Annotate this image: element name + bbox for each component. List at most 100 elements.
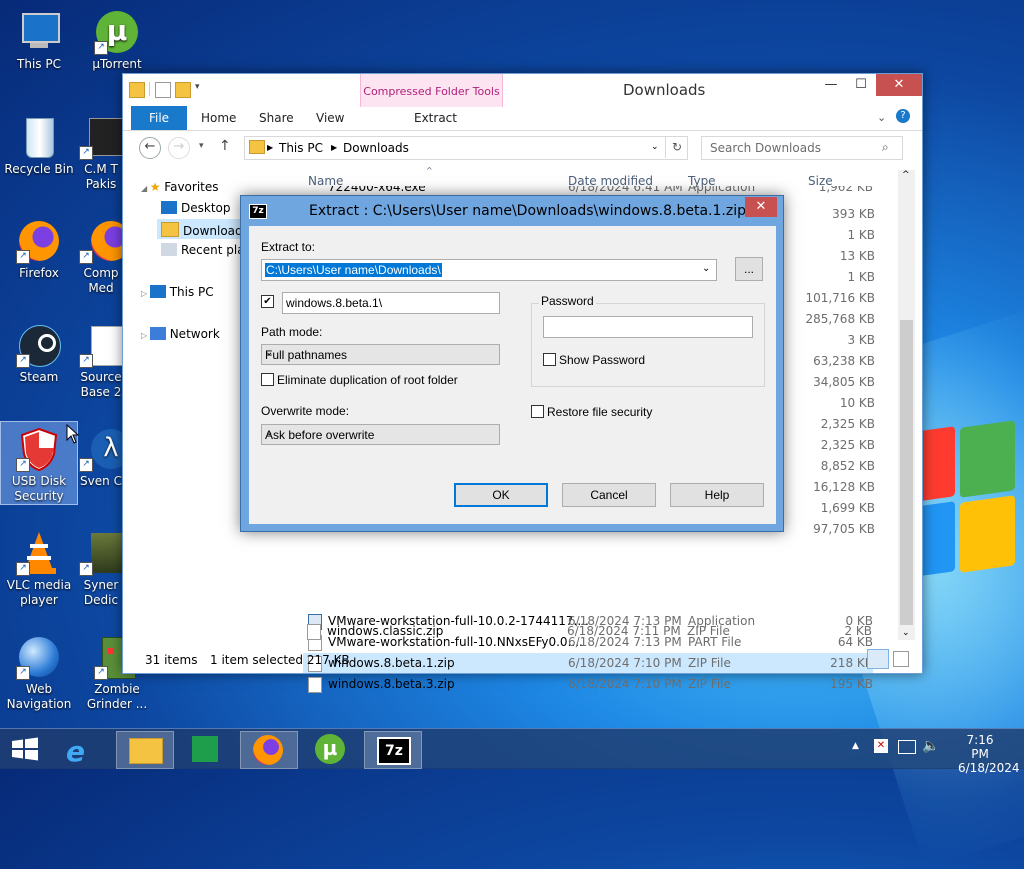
desktop-icon-label: Source Base 2	[80, 370, 122, 399]
maximize-button[interactable]: ☐	[846, 74, 876, 96]
dialog-titlebar[interactable]: 7z Extract : C:\Users\User name\Download…	[241, 196, 783, 226]
subfolder-input[interactable]: windows.8.beta.1\	[282, 292, 500, 314]
ok-button[interactable]: OK	[454, 483, 548, 507]
chevron-right-icon: ▶	[331, 143, 338, 152]
desktop-icon-this-pc[interactable]: This PC	[1, 5, 77, 72]
back-button[interactable]: ←	[139, 137, 161, 159]
tab-file[interactable]: File	[131, 106, 187, 130]
restore-security-checkbox[interactable]	[531, 405, 544, 418]
mouse-cursor-icon	[66, 424, 80, 444]
restore-security-label: Restore file security	[547, 405, 653, 419]
desktop-icon-sven[interactable]: λ ↗ Sven C	[79, 422, 123, 489]
forward-button[interactable]: →	[168, 137, 190, 159]
desktop-icon-cmt[interactable]: ↗ C.M T Pakis	[79, 110, 123, 192]
path-mode-select[interactable]: Full pathnames ⌄	[261, 344, 500, 365]
tab-view[interactable]: View	[316, 111, 344, 125]
minimize-button[interactable]: —	[816, 74, 846, 96]
taskbar-internet-explorer[interactable]: e	[54, 731, 110, 768]
scroll-up-icon[interactable]: ^	[902, 170, 910, 180]
breadcrumb-downloads[interactable]: Downloads	[343, 141, 409, 155]
desktop-icon-vlc[interactable]: ↗ VLC media player	[1, 526, 77, 608]
address-dropdown-icon[interactable]: ⌄	[651, 142, 659, 152]
taskbar-store[interactable]	[178, 731, 234, 767]
recent-locations-icon[interactable]: ▾	[199, 141, 204, 151]
size-cell: 10 KB	[839, 396, 875, 410]
nav-recent-places[interactable]: Recent plac	[161, 243, 251, 257]
scroll-down-icon[interactable]: ⌄	[902, 628, 910, 638]
cancel-button[interactable]: Cancel	[562, 483, 656, 507]
taskbar-7zip[interactable]: 7z	[364, 731, 422, 769]
tab-extract[interactable]: Extract	[414, 111, 457, 125]
desktop-icon-source[interactable]: ↗ Source Base 2	[79, 318, 123, 400]
qat-dropdown-icon[interactable]: ▾	[195, 82, 205, 96]
extract-to-combobox[interactable]: C:\Users\User name\Downloads\ ⌄	[261, 259, 717, 281]
password-input[interactable]	[543, 316, 753, 338]
chevron-down-icon: ⌄	[702, 263, 711, 274]
size-cell: 393 KB	[832, 207, 875, 221]
search-input[interactable]: Search Downloads ⌕	[701, 136, 903, 160]
overwrite-mode-select[interactable]: Ask before overwrite ⌄	[261, 424, 500, 445]
large-icons-view-icon[interactable]	[893, 651, 909, 667]
breadcrumb-this-pc[interactable]: This PC	[279, 141, 323, 155]
desktop-icon-utorrent[interactable]: µ ↗ µTorrent	[79, 5, 155, 72]
desktop-icon-steam[interactable]: ↗ Steam	[1, 318, 77, 385]
scrollbar-thumb[interactable]	[900, 320, 913, 625]
clock[interactable]: 7:16 PM 6/18/2024	[958, 733, 1020, 775]
help-button[interactable]: Help	[670, 483, 764, 507]
window-controls: — ☐ ✕	[816, 74, 922, 96]
eliminate-duplication-checkbox[interactable]	[261, 373, 274, 386]
chevron-down-icon: ⌄	[265, 427, 274, 438]
explorer-titlebar[interactable]: ▾ Downloads — ☐ ✕	[123, 74, 922, 104]
tab-share[interactable]: Share	[259, 111, 294, 125]
show-password-checkbox[interactable]	[543, 353, 556, 366]
refresh-button[interactable]: ↻	[665, 136, 688, 158]
shield-icon: ↗	[16, 426, 62, 472]
window-title: Downloads	[623, 81, 706, 99]
game-icon: ↗	[79, 114, 123, 160]
nav-favorites[interactable]: ◢ ★ Favorites	[141, 180, 219, 194]
desktop-icon-web-navigation[interactable]: ↗ Web Navigation	[1, 630, 77, 712]
quick-access-toolbar: ▾	[129, 82, 205, 98]
properties-icon[interactable]	[155, 82, 171, 98]
taskbar: e µ 7z ▲ ✕ 🔈 7:16 PM 6/18/2024	[0, 728, 1024, 775]
subfolder-checkbox[interactable]: ✔	[261, 295, 274, 308]
new-folder-icon[interactable]	[175, 82, 191, 98]
taskbar-firefox[interactable]	[240, 731, 298, 769]
folder-icon	[129, 738, 163, 764]
close-button[interactable]: ✕	[876, 74, 922, 96]
network-icon[interactable]	[898, 740, 916, 754]
vertical-scrollbar[interactable]: ^ ⌄	[898, 170, 915, 640]
help-icon[interactable]: ?	[896, 109, 910, 123]
table-row[interactable]: windows.classic.zip 6/18/2024 7:11 PM ZI…	[302, 621, 872, 641]
nav-desktop[interactable]: Desktop	[161, 201, 231, 215]
table-row[interactable]: windows.8.beta.3.zip 6/18/2024 7:10 PM Z…	[303, 674, 873, 694]
desktop-icon-syner[interactable]: ↗ Syner Dedic	[79, 526, 123, 608]
desktop-icon-recycle-bin[interactable]: Recycle Bin	[1, 110, 77, 177]
ribbon-tabs: File Home Share View Extract ⌄ ?	[123, 106, 922, 131]
utorrent-icon: µ ↗	[94, 9, 140, 55]
details-view-icon[interactable]	[867, 649, 889, 669]
nav-network[interactable]: ▷ Network	[141, 327, 220, 341]
desktop-icon-label: USB Disk Security	[11, 474, 67, 503]
taskbar-utorrent[interactable]: µ	[302, 731, 358, 767]
dialog-title: Extract : C:\Users\User name\Downloads\w…	[309, 203, 746, 219]
ribbon-expand-icon[interactable]: ⌄	[877, 111, 886, 124]
taskbar-file-explorer[interactable]	[116, 731, 174, 769]
address-bar[interactable]: ▶ This PC ▶ Downloads ⌄	[244, 136, 688, 160]
path-mode-label: Path mode:	[261, 325, 323, 339]
desktop-icon-comp-med[interactable]: ↗ Comp Med	[79, 214, 123, 296]
size-cell: 285,768 KB	[805, 312, 875, 326]
globe-icon: ↗	[16, 634, 62, 680]
desktop-icon-firefox[interactable]: ↗ Firefox	[1, 214, 77, 281]
up-button[interactable]: ↑	[219, 138, 231, 154]
address-row: ← → ▾ ↑ ▶ This PC ▶ Downloads ⌄ ↻ Search…	[123, 132, 922, 164]
tab-home[interactable]: Home	[201, 111, 236, 125]
zip-file-icon	[307, 624, 321, 640]
show-hidden-icons[interactable]: ▲	[852, 741, 859, 751]
dialog-close-button[interactable]: ✕	[745, 197, 777, 217]
start-button[interactable]	[0, 731, 50, 767]
action-center-icon[interactable]: ✕	[874, 739, 888, 753]
nav-this-pc[interactable]: ▷ This PC	[141, 285, 214, 299]
volume-icon[interactable]: 🔈	[922, 738, 939, 754]
browse-button[interactable]: ...	[735, 257, 763, 281]
